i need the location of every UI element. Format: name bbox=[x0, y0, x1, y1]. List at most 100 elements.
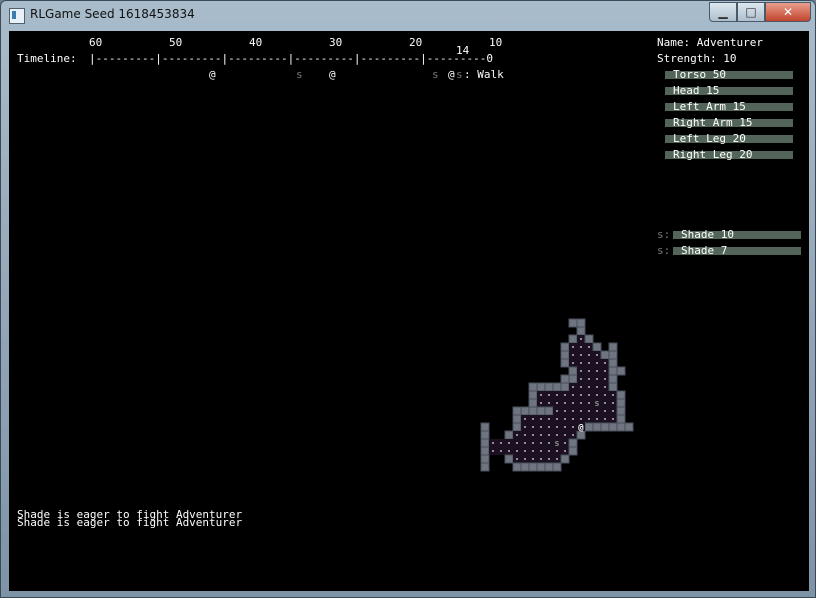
floor-dot bbox=[532, 418, 534, 420]
floor-dot bbox=[492, 442, 494, 444]
player-glyph[interactable]: @ bbox=[578, 423, 584, 433]
floor-dot bbox=[564, 402, 566, 404]
wall-tile bbox=[544, 462, 554, 472]
monster-glyph[interactable]: s bbox=[554, 439, 559, 449]
floor-dot bbox=[612, 418, 614, 420]
wall-tile bbox=[480, 462, 490, 472]
floor-dot bbox=[548, 434, 550, 436]
floor-dot bbox=[580, 394, 582, 396]
wall-tile bbox=[568, 318, 578, 328]
floor-dot bbox=[572, 434, 574, 436]
floor-dot bbox=[580, 410, 582, 412]
floor-dot bbox=[596, 378, 598, 380]
wall-tile bbox=[504, 430, 514, 440]
wall-tile bbox=[544, 382, 554, 392]
floor-dot bbox=[604, 386, 606, 388]
floor-dot bbox=[524, 450, 526, 452]
floor-dot bbox=[596, 354, 598, 356]
floor-dot bbox=[588, 378, 590, 380]
floor-dot bbox=[540, 394, 542, 396]
floor-dot bbox=[588, 418, 590, 420]
floor-dot bbox=[588, 402, 590, 404]
game-viewport[interactable]: 60 50 40 30 20 10 14 Timeline: |--------… bbox=[9, 31, 809, 591]
floor-dot bbox=[548, 450, 550, 452]
wall-tile bbox=[512, 414, 522, 424]
wall-tile bbox=[592, 342, 602, 352]
wall-tile bbox=[512, 462, 522, 472]
floor-dot bbox=[588, 410, 590, 412]
floor-dot bbox=[548, 402, 550, 404]
floor-dot bbox=[540, 434, 542, 436]
wall-tile bbox=[616, 390, 626, 400]
wall-tile bbox=[608, 366, 618, 376]
floor-dot bbox=[556, 418, 558, 420]
wall-tile bbox=[608, 422, 618, 432]
floor-dot bbox=[580, 402, 582, 404]
floor-dot bbox=[572, 394, 574, 396]
wall-tile bbox=[536, 406, 546, 416]
wall-tile bbox=[568, 446, 578, 456]
floor-dot bbox=[556, 426, 558, 428]
floor-dot bbox=[580, 370, 582, 372]
wall-tile bbox=[608, 350, 618, 360]
floor-dot bbox=[604, 402, 606, 404]
floor-dot bbox=[564, 410, 566, 412]
floor-dot bbox=[532, 442, 534, 444]
wall-tile bbox=[576, 326, 586, 336]
monster-glyph[interactable]: s bbox=[594, 399, 599, 409]
floor-dot bbox=[572, 346, 574, 348]
log-message: Shade is eager to fight Adventurer bbox=[17, 516, 243, 529]
floor-dot bbox=[524, 458, 526, 460]
floor-dot bbox=[588, 394, 590, 396]
floor-dot bbox=[572, 402, 574, 404]
floor-dot bbox=[540, 458, 542, 460]
wall-tile bbox=[584, 422, 594, 432]
floor-dot bbox=[540, 426, 542, 428]
floor-dot bbox=[572, 354, 574, 356]
floor-dot bbox=[508, 450, 510, 452]
window-title: RLGame Seed 1618453834 bbox=[30, 7, 195, 21]
floor-dot bbox=[604, 362, 606, 364]
wall-tile bbox=[584, 334, 594, 344]
floor-dot bbox=[572, 386, 574, 388]
floor-dot bbox=[596, 386, 598, 388]
floor-dot bbox=[540, 450, 542, 452]
dungeon-map[interactable]: @ s s bbox=[9, 31, 809, 591]
wall-tile bbox=[616, 406, 626, 416]
floor-dot bbox=[540, 418, 542, 420]
close-button[interactable]: ✕ bbox=[765, 2, 811, 22]
wall-tile bbox=[560, 358, 570, 368]
wall-tile bbox=[480, 430, 490, 440]
wall-tile bbox=[544, 406, 554, 416]
floor-dot bbox=[596, 362, 598, 364]
floor-dot bbox=[492, 450, 494, 452]
floor-dot bbox=[556, 450, 558, 452]
wall-tile bbox=[520, 462, 530, 472]
maximize-button[interactable]: □ bbox=[737, 2, 765, 22]
floor-dot bbox=[524, 426, 526, 428]
floor-dot bbox=[588, 370, 590, 372]
floor-dot bbox=[588, 362, 590, 364]
wall-tile bbox=[528, 398, 538, 408]
floor-dot bbox=[532, 426, 534, 428]
floor-dot bbox=[556, 458, 558, 460]
floor-dot bbox=[612, 394, 614, 396]
wall-tile bbox=[600, 350, 610, 360]
floor-dot bbox=[532, 450, 534, 452]
minimize-button[interactable]: ▁ bbox=[709, 2, 737, 22]
wall-tile bbox=[512, 406, 522, 416]
floor-dot bbox=[556, 434, 558, 436]
title-bar[interactable]: RLGame Seed 1618453834 ▁ □ ✕ bbox=[1, 1, 816, 31]
wall-tile bbox=[568, 334, 578, 344]
floor-dot bbox=[604, 378, 606, 380]
wall-tile bbox=[480, 438, 490, 448]
floor-dot bbox=[548, 418, 550, 420]
floor-dot bbox=[524, 418, 526, 420]
floor-dot bbox=[612, 410, 614, 412]
floor-dot bbox=[588, 346, 590, 348]
floor-dot bbox=[572, 410, 574, 412]
wall-tile bbox=[480, 454, 490, 464]
wall-tile bbox=[624, 422, 634, 432]
wall-tile bbox=[528, 462, 538, 472]
wall-tile bbox=[552, 382, 562, 392]
